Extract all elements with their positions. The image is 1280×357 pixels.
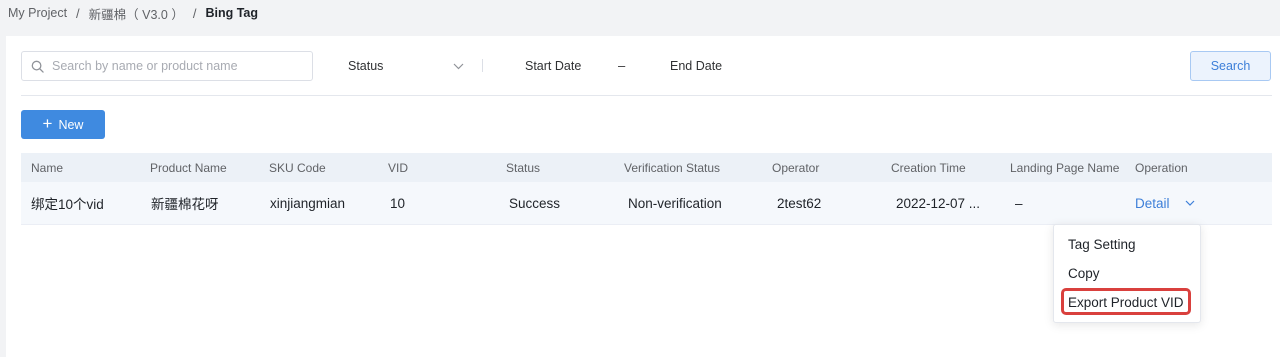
highlight-box bbox=[1061, 288, 1191, 315]
operation-dropdown-menu: Tag Setting Copy Export Product VID bbox=[1053, 224, 1201, 323]
breadcrumb-item-my-project[interactable]: My Project bbox=[8, 6, 67, 20]
table-row: 绑定10个vid 新疆棉花呀 xinjiangmian 10 Success N… bbox=[21, 182, 1272, 225]
chevron-down-icon bbox=[453, 63, 464, 69]
cell-operator: 2test62 bbox=[777, 195, 822, 211]
search-button[interactable]: Search bbox=[1190, 51, 1271, 81]
breadcrumb-item-current: Bing Tag bbox=[205, 6, 259, 20]
cell-vid: 10 bbox=[390, 195, 406, 211]
cell-name: 绑定10个vid bbox=[31, 197, 104, 212]
new-button-label: New bbox=[58, 117, 84, 132]
divider bbox=[21, 95, 1272, 96]
search-input[interactable] bbox=[50, 58, 304, 74]
start-date-input[interactable]: Start Date bbox=[525, 59, 581, 73]
search-box[interactable] bbox=[21, 51, 313, 81]
column-header-name: Name bbox=[31, 160, 64, 175]
operation-dropdown-toggle[interactable] bbox=[1185, 182, 1195, 224]
detail-link[interactable]: Detail bbox=[1135, 182, 1170, 224]
breadcrumb-item-project[interactable]: 新疆棉（ V3.0 ） bbox=[89, 4, 184, 23]
column-header-status: Status bbox=[506, 160, 541, 175]
cell-product-name: 新疆棉花呀 bbox=[151, 197, 219, 212]
column-header-sku-code: SKU Code bbox=[269, 160, 326, 175]
search-icon bbox=[31, 60, 44, 73]
status-select-label: Status bbox=[348, 59, 384, 73]
column-header-vid: VID bbox=[388, 160, 409, 175]
cell-status: Success bbox=[509, 195, 561, 211]
end-date-input[interactable]: End Date bbox=[670, 59, 722, 73]
breadcrumb: My Project / 新疆棉（ V3.0 ） / Bing Tag bbox=[8, 4, 258, 22]
main-panel: Status Start Date – End Date Search + Ne… bbox=[6, 36, 1280, 357]
table-body: 绑定10个vid 新疆棉花呀 xinjiangmian 10 Success N… bbox=[21, 182, 1272, 225]
column-header-creation-time: Creation Time bbox=[891, 160, 966, 175]
new-button[interactable]: + New bbox=[21, 110, 105, 139]
breadcrumb-separator: / bbox=[76, 5, 80, 21]
column-header-landing-page-name: Landing Page Name bbox=[1010, 160, 1120, 175]
menu-item-tag-setting[interactable]: Tag Setting bbox=[1068, 237, 1136, 252]
filter-divider bbox=[482, 59, 483, 72]
column-header-operator: Operator bbox=[772, 160, 820, 175]
column-header-verification-status: Verification Status bbox=[624, 160, 721, 175]
column-header-operation: Operation bbox=[1135, 160, 1188, 175]
breadcrumb-separator: / bbox=[192, 5, 197, 21]
status-select[interactable]: Status bbox=[348, 57, 464, 75]
cell-verification-status: Non-verification bbox=[628, 195, 722, 211]
table-header: Name Product Name SKU Code VID Status Ve… bbox=[21, 153, 1272, 182]
cell-sku-code: xinjiangmian bbox=[270, 195, 346, 211]
date-range-separator: – bbox=[618, 58, 626, 73]
menu-item-copy[interactable]: Copy bbox=[1068, 266, 1100, 281]
plus-icon: + bbox=[42, 114, 53, 133]
column-header-product-name: Product Name bbox=[150, 160, 227, 175]
cell-creation-time: 2022-12-07 ... bbox=[896, 195, 981, 211]
data-table: Name Product Name SKU Code VID Status Ve… bbox=[21, 153, 1272, 225]
chevron-down-icon bbox=[1185, 200, 1195, 206]
cell-landing-page-name: – bbox=[1015, 195, 1023, 211]
